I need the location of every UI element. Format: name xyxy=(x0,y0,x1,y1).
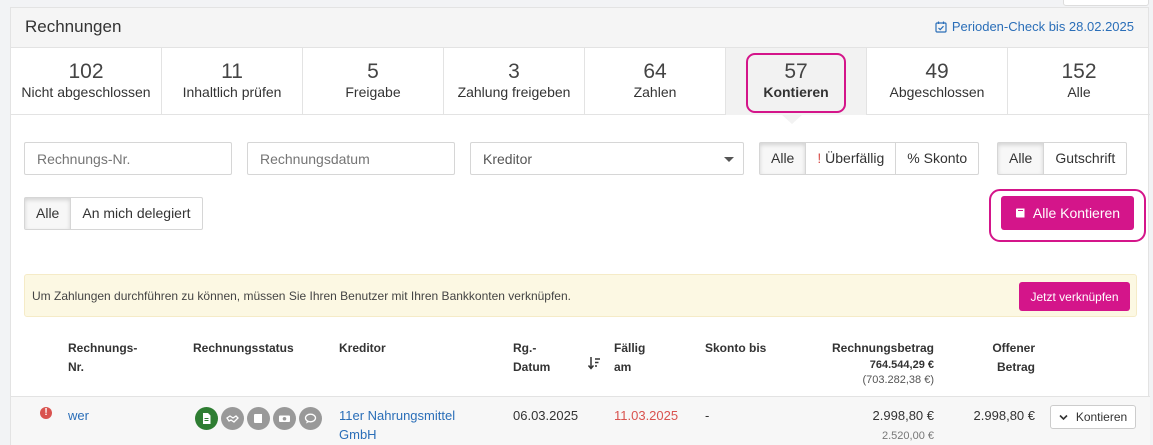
tab-release-payment[interactable]: 3 Zahlung freigeben xyxy=(444,48,585,115)
amount-total-net: (703.282,38 €) xyxy=(862,374,934,386)
link-now-button[interactable]: Jetzt verknüpfen xyxy=(1019,282,1130,311)
amount-net: 2.520,00 € xyxy=(882,430,934,442)
type-filter-all[interactable]: Alle xyxy=(998,143,1045,174)
due-filter-discount[interactable]: % Skonto xyxy=(896,143,978,174)
col-open-line2: Betrag xyxy=(996,360,1035,374)
due-filter-group: Alle ! Überfällig % Skonto xyxy=(759,142,980,175)
overdue-mark: ! xyxy=(817,150,822,166)
period-check-label: Perioden-Check bis 28.02.2025 xyxy=(951,19,1134,34)
tab-count: 49 xyxy=(925,60,949,83)
type-filter-group: Alle Gutschrift xyxy=(997,142,1128,175)
col-due[interactable]: Fällig am xyxy=(614,339,645,377)
assign-all-label: Alle Kontieren xyxy=(1032,205,1121,221)
page-title: Rechnungen xyxy=(25,17,122,36)
col-due-line1: Fällig xyxy=(614,341,646,355)
tab-not-closed[interactable]: 102 Nicht abgeschlossen xyxy=(11,48,162,115)
sort-desc-icon[interactable] xyxy=(588,356,600,370)
tab-all[interactable]: 152 Alle xyxy=(1008,48,1150,115)
chevron-down-icon xyxy=(724,157,734,162)
chevron-down-icon xyxy=(1059,414,1068,420)
tab-content-check[interactable]: 11 Inhaltlich prüfen xyxy=(162,48,303,115)
amount-value: 2.998,80 € 2.520,00 € xyxy=(801,406,934,445)
tab-label: Zahlen xyxy=(633,84,677,100)
tab-label: Freigabe xyxy=(345,84,401,100)
col-amount-label: Rechnungsbetrag xyxy=(831,341,934,355)
panel-header: Rechnungen Perioden-Check bis 28.02.2025 xyxy=(11,8,1148,48)
tab-pay[interactable]: 64 Zahlen xyxy=(585,48,726,115)
alert-text: Um Zahlungen durchführen zu können, müss… xyxy=(32,289,571,303)
tab-label: Kontieren xyxy=(763,84,829,100)
creditor-link[interactable]: 11er Nahrungsmittel GmbH xyxy=(339,406,455,444)
col-open-line1: Offener xyxy=(992,341,1035,355)
delegation-filter-delegated-to-me[interactable]: An mich delegiert xyxy=(71,198,201,229)
tab-closed[interactable]: 49 Abgeschlossen xyxy=(867,48,1008,115)
delegation-filter-group: Alle An mich delegiert xyxy=(24,197,203,230)
discount-value: - xyxy=(705,408,710,423)
col-date-line1: Rg.- xyxy=(513,341,537,355)
tab-label: Alle xyxy=(1067,84,1091,100)
warning-icon: ! xyxy=(40,407,52,419)
amount-gross: 2.998,80 € xyxy=(872,408,934,423)
col-invoice-date[interactable]: Rg.- Datum xyxy=(513,339,550,377)
due-filter-overdue-label: Überfällig xyxy=(825,150,885,166)
active-tab-pointer xyxy=(781,114,803,124)
invoice-date-value: 06.03.2025 xyxy=(513,408,579,423)
book-icon[interactable] xyxy=(247,407,270,430)
creditor-line1: 11er Nahrungsmittel xyxy=(339,408,456,423)
assign-row-label: Kontieren xyxy=(1075,410,1128,424)
document-icon[interactable] xyxy=(195,407,218,430)
bank-link-alert: Um Zahlungen durchführen zu können, müss… xyxy=(24,274,1137,317)
due-filter-overdue[interactable]: ! Überfällig xyxy=(806,143,897,174)
tab-count: 11 xyxy=(221,60,243,83)
comment-icon[interactable] xyxy=(299,407,322,430)
tab-count: 102 xyxy=(68,60,104,83)
invoice-number-link[interactable]: wer xyxy=(68,406,89,425)
period-check-link[interactable]: Perioden-Check bis 28.02.2025 xyxy=(935,19,1134,34)
assign-row-button[interactable]: Kontieren xyxy=(1050,405,1136,429)
money-icon[interactable] xyxy=(273,407,296,430)
open-amount-value: 2.998,80 € xyxy=(973,408,1035,423)
tab-approval[interactable]: 5 Freigabe xyxy=(303,48,444,115)
calendar-check-icon xyxy=(935,21,947,33)
book-icon xyxy=(1015,208,1025,218)
tab-count: 64 xyxy=(643,60,667,83)
col-date-line2: Datum xyxy=(513,360,551,374)
type-filter-credit-note[interactable]: Gutschrift xyxy=(1044,143,1126,174)
creditor-select-value: Kreditor xyxy=(483,151,533,167)
due-filter-all[interactable]: Alle xyxy=(760,143,807,174)
tab-count: 57 xyxy=(784,60,808,83)
delegation-filter-all[interactable]: Alle xyxy=(25,198,72,229)
tab-count: 152 xyxy=(1061,60,1097,83)
col-status[interactable]: Rechnungsstatus xyxy=(193,339,294,358)
tab-assign-accounts[interactable]: 57 Kontieren xyxy=(726,48,867,115)
table-row[interactable]: ! wer 11er Nahrungsmittel GmbH 06.03.202… xyxy=(11,396,1150,445)
tab-label: Nicht abgeschlossen xyxy=(21,84,151,100)
col-due-line2: am xyxy=(614,360,632,374)
invoices-panel: Rechnungen Perioden-Check bis 28.02.2025… xyxy=(10,7,1150,445)
status-tabs: 102 Nicht abgeschlossen 11 Inhaltlich pr… xyxy=(11,48,1150,115)
invoice-status-icons xyxy=(195,407,322,430)
col-discount[interactable]: Skonto bis xyxy=(705,339,766,358)
assign-all-button[interactable]: Alle Kontieren xyxy=(1001,196,1134,230)
col-creditor[interactable]: Kreditor xyxy=(339,339,386,358)
creditor-select[interactable]: Kreditor xyxy=(470,142,744,175)
col-invoice-no-line2: Nr. xyxy=(68,360,85,374)
tab-count: 3 xyxy=(508,60,520,83)
invoice-date-input[interactable] xyxy=(247,142,455,175)
creditor-line2: GmbH xyxy=(339,427,377,442)
tab-label: Inhaltlich prüfen xyxy=(182,84,282,100)
tab-label: Abgeschlossen xyxy=(889,84,985,100)
invoice-number-input[interactable] xyxy=(24,142,232,175)
col-invoice-no-line1: Rechnungs- xyxy=(68,341,138,355)
tab-label: Zahlung freigeben xyxy=(457,84,571,100)
top-right-button-edge[interactable] xyxy=(1063,0,1149,6)
handshake-icon[interactable] xyxy=(221,407,244,430)
col-invoice-no[interactable]: Rechnungs- Nr. xyxy=(68,339,137,377)
col-open-amount[interactable]: Offener Betrag xyxy=(971,339,1035,377)
tab-count: 5 xyxy=(367,60,379,83)
amount-total: 764.544,29 € xyxy=(869,359,934,371)
due-date-value: 11.03.2025 xyxy=(614,408,679,423)
col-amount[interactable]: Rechnungsbetrag 764.544,29 € (703.282,38… xyxy=(801,339,934,388)
